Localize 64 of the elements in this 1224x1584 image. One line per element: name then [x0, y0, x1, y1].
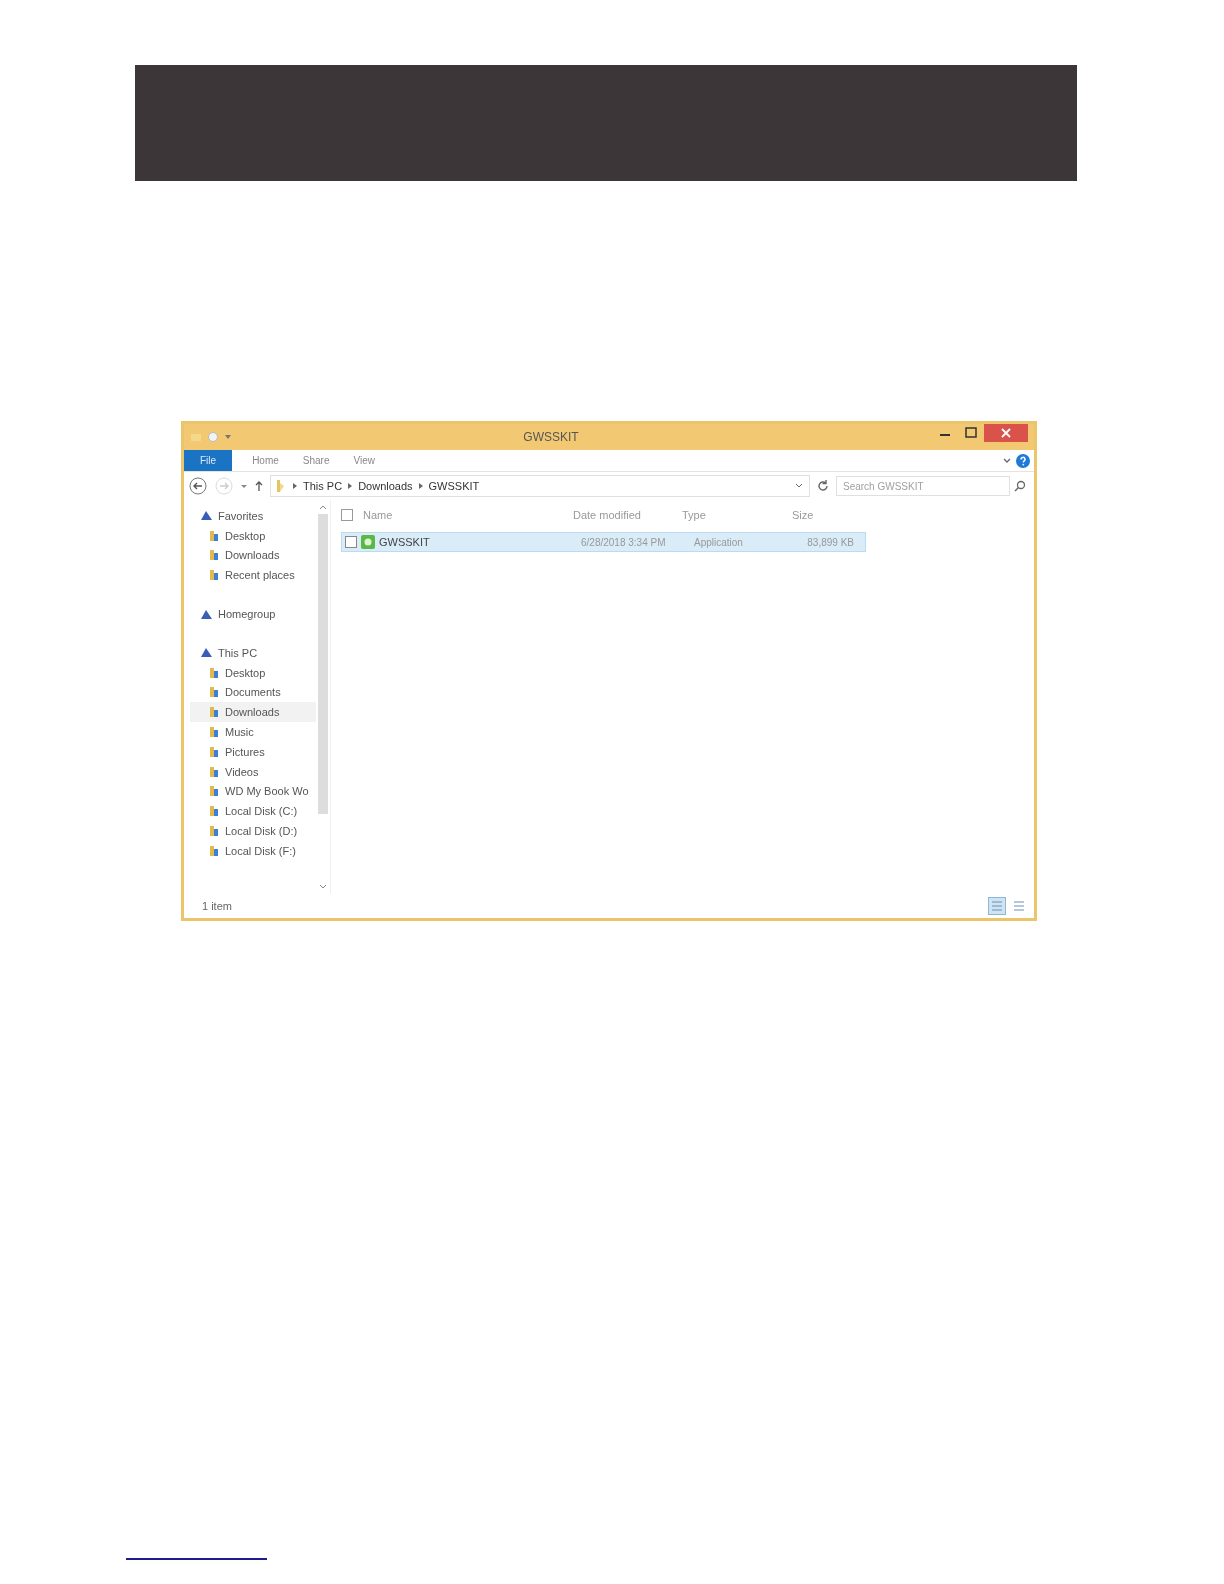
window-title: GWSSKIT	[522, 430, 580, 444]
folder-icon	[208, 825, 220, 838]
search-icon	[1014, 480, 1026, 492]
folder-icon	[208, 765, 220, 778]
breadcrumb-item[interactable]: Downloads	[358, 480, 413, 492]
sidebar-item[interactable]: Desktop	[190, 525, 316, 546]
select-all-checkbox[interactable]	[341, 509, 353, 521]
sidebar-item[interactable]: Recent places	[190, 565, 316, 586]
date-cell-text: 6/28/2018 3:34 PM	[581, 536, 667, 548]
folder-icon	[208, 785, 220, 798]
folder-icon	[208, 529, 220, 542]
sidebar-item[interactable]: Local Disk (F:)	[190, 840, 316, 861]
sidebar-item[interactable]: Local Disk (D:)	[190, 821, 316, 841]
sidebar-item[interactable]: Desktop	[190, 662, 316, 683]
address-bar[interactable]: This PC Downloads GWSSKIT	[270, 475, 810, 497]
sidebar-item[interactable]: Videos	[190, 761, 316, 782]
folder-icon	[208, 686, 220, 699]
separator-icon[interactable]	[292, 482, 298, 490]
ribbon-tab[interactable]: Home	[242, 450, 289, 471]
separator-icon[interactable]	[417, 482, 424, 490]
folder-icon	[208, 745, 220, 758]
size-cell-text: 83,899 KB	[806, 536, 854, 548]
ribbon-tab[interactable]: Share	[292, 450, 340, 471]
dropdown-icon[interactable]	[795, 482, 803, 490]
ribbon-tab[interactable]: View	[343, 450, 385, 471]
sidebar-item[interactable]: Local Disk (C:)	[190, 801, 316, 822]
folder-icon	[208, 569, 220, 582]
breadcrumb-item[interactable]: GWSSKIT	[428, 480, 480, 492]
breadcrumb-item[interactable]: This PC	[303, 480, 343, 492]
file-row[interactable]: GWSSKIT 6/28/2018 3:34 PM Application 83,899 KB	[341, 532, 866, 552]
folder-icon	[208, 549, 220, 562]
folder-icon	[208, 805, 220, 818]
sidebar-item[interactable]: WD My Book Wo	[190, 781, 316, 802]
refresh-icon[interactable]	[816, 479, 830, 493]
sidebar-item[interactable]: Homegroup	[190, 604, 316, 624]
search-field[interactable]: Search GWSSKIT	[836, 476, 1010, 496]
sidebar-item[interactable]: This PC	[190, 643, 316, 663]
app-icon	[361, 535, 375, 549]
checkbox[interactable]	[345, 536, 357, 548]
status-text: 1 item	[202, 900, 232, 912]
close-icon[interactable]	[984, 424, 1028, 442]
sidebar-item[interactable]: Downloads	[190, 545, 316, 566]
sidebar-item[interactable]: Downloads	[190, 702, 316, 723]
sidebar-item[interactable]: Music	[190, 722, 316, 742]
caret-icon[interactable]	[240, 482, 248, 490]
node-icon	[200, 646, 213, 660]
up-arrow-icon[interactable]	[254, 480, 264, 492]
caret-icon[interactable]	[224, 433, 232, 441]
folder-icon	[208, 666, 220, 679]
help-icon[interactable]	[1016, 453, 1030, 468]
ribbon-tab[interactable]: File	[184, 450, 233, 471]
sidebar-item[interactable]: Pictures	[190, 741, 316, 762]
node-icon	[200, 509, 213, 523]
type-cell-text: Application	[694, 536, 744, 548]
scroll-up-icon[interactable]	[319, 504, 327, 510]
sidebar-item[interactable]: Documents	[190, 682, 316, 703]
folder-icon	[208, 706, 220, 719]
file-name: GWSSKIT	[379, 536, 431, 548]
scroll-down-icon[interactable]	[319, 884, 327, 890]
sidebar-item[interactable]: Favorites	[190, 506, 316, 526]
back-icon[interactable]	[188, 476, 208, 496]
folder-icon	[208, 844, 220, 857]
folder-icon	[208, 726, 220, 739]
separator-icon[interactable]	[347, 482, 354, 490]
